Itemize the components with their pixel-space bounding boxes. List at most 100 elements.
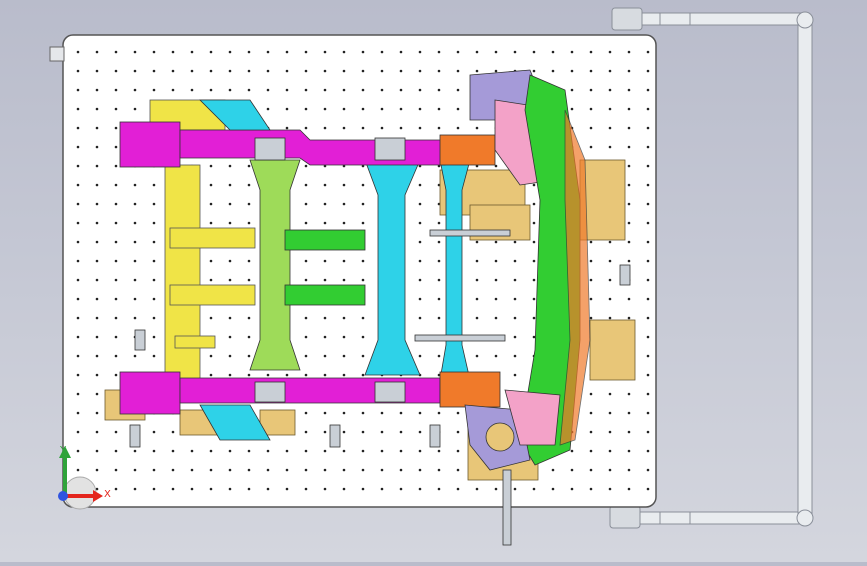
plate-hole [133, 316, 137, 320]
plate-hole [285, 88, 289, 92]
plate-hole [133, 487, 137, 491]
plate-hole [95, 411, 99, 415]
plate-hole [627, 69, 631, 73]
plate-hole [418, 240, 422, 244]
plate-hole [608, 411, 612, 415]
plate-hole [608, 430, 612, 434]
plate-hole [627, 183, 631, 187]
plate-hole [285, 449, 289, 453]
plate-hole [95, 88, 99, 92]
plate-hole [285, 373, 289, 377]
plate-hole [608, 240, 612, 244]
plate-hole [627, 107, 631, 111]
plate-hole [646, 221, 650, 225]
plate-hole [76, 468, 80, 472]
plate-hole [247, 259, 251, 263]
plate-hole [589, 468, 593, 472]
plate-hole [646, 449, 650, 453]
plate-hole [266, 449, 270, 453]
plate-hole [342, 354, 346, 358]
plate-hole [342, 449, 346, 453]
plate-hole [532, 278, 536, 282]
plate-hole [380, 468, 384, 472]
plate-hole [608, 259, 612, 263]
plate-hole [114, 278, 118, 282]
plate-hole [76, 449, 80, 453]
plate-hole [228, 164, 232, 168]
plate-hole [304, 259, 308, 263]
plate-hole [209, 221, 213, 225]
plate-hole [114, 316, 118, 320]
plate-hole [361, 354, 365, 358]
plate-hole [380, 69, 384, 73]
plate-hole [285, 487, 289, 491]
plate-hole [95, 183, 99, 187]
model-canvas[interactable]: Y X [0, 0, 867, 562]
y-axis-label: Y [59, 445, 67, 456]
plate-tab [49, 46, 65, 62]
x-axis-label: X [104, 489, 111, 500]
plate-hole [228, 487, 232, 491]
plate-hole [304, 335, 308, 339]
plate-hole [228, 69, 232, 73]
plate-hole [95, 164, 99, 168]
plate-hole [114, 221, 118, 225]
plate-hole [342, 107, 346, 111]
plate-hole [247, 487, 251, 491]
plate-hole [95, 202, 99, 206]
plate-hole [646, 50, 650, 54]
plate-hole [456, 411, 460, 415]
plate-hole [133, 69, 137, 73]
plate-hole [646, 487, 650, 491]
plate-hole [342, 373, 346, 377]
plate-hole [76, 316, 80, 320]
plate-hole [133, 107, 137, 111]
plate-hole [589, 69, 593, 73]
plate-hole [247, 335, 251, 339]
plate-hole [247, 202, 251, 206]
plate-hole [152, 316, 156, 320]
plate-hole [304, 69, 308, 73]
plate-hole [589, 316, 593, 320]
plate-hole [76, 202, 80, 206]
plate-hole [456, 468, 460, 472]
plate-hole [323, 487, 327, 491]
plate-hole [171, 449, 175, 453]
plate-hole [133, 88, 137, 92]
plate-hole [133, 259, 137, 263]
plate-hole [589, 88, 593, 92]
plate-hole [323, 430, 327, 434]
plate-hole [114, 164, 118, 168]
plate-hole [513, 278, 517, 282]
plate-hole [95, 373, 99, 377]
plate-hole [323, 126, 327, 130]
plate-hole [323, 373, 327, 377]
plate-hole [304, 88, 308, 92]
plate-hole [152, 69, 156, 73]
plate-hole [627, 240, 631, 244]
plate-hole [475, 278, 479, 282]
plate-hole [247, 183, 251, 187]
plate-hole [361, 202, 365, 206]
plate-hole [95, 259, 99, 263]
cad-graphics-viewport[interactable]: Y X [0, 0, 867, 562]
plate-hole [456, 69, 460, 73]
plate-hole [266, 107, 270, 111]
plate-hole [361, 69, 365, 73]
plate-hole [114, 468, 118, 472]
plate-hole [399, 468, 403, 472]
plate-hole [361, 88, 365, 92]
plate-hole [589, 411, 593, 415]
plate-hole [418, 107, 422, 111]
plate-hole [114, 335, 118, 339]
plate-hole [95, 354, 99, 358]
plate-hole [627, 88, 631, 92]
plate-hole [589, 126, 593, 130]
plate-hole [532, 221, 536, 225]
plate-hole [589, 392, 593, 396]
plate-hole [608, 392, 612, 396]
plate-hole [266, 487, 270, 491]
plate-hole [133, 50, 137, 54]
plate-hole [437, 88, 441, 92]
plate-hole [494, 316, 498, 320]
